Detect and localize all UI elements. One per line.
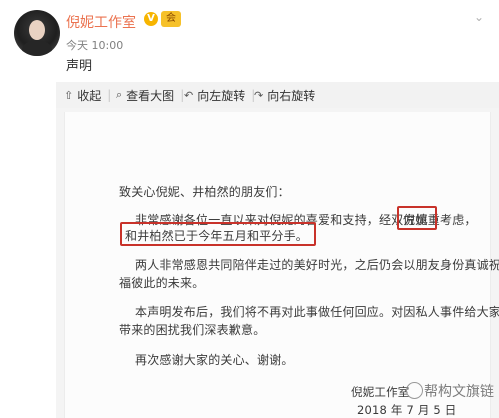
view-large-button[interactable]: ⌕ 查看大图 | bbox=[116, 86, 184, 104]
highlight-box bbox=[397, 206, 437, 230]
statement-line: 本声明发布后，我们将不再对此事做任何回应。对因私人事件给大家 bbox=[135, 305, 499, 319]
statement-line: 两人非常感恩共同陪伴走过的美好时光，之后仍会以朋友身份真诚祝 bbox=[135, 258, 499, 272]
statement-line: 再次感谢大家的关心、谢谢。 bbox=[135, 353, 294, 367]
avatar-face bbox=[29, 20, 45, 40]
collapse-button[interactable]: ⇧ 收起 | bbox=[64, 86, 111, 104]
collapse-icon: ⇧ bbox=[64, 88, 74, 102]
collapse-label: 收起 bbox=[77, 88, 102, 103]
watermark: 帮构文旗链 bbox=[424, 384, 494, 400]
rotate-left-button[interactable]: ↶ 向左旋转 | bbox=[184, 86, 255, 104]
rotate-left-icon: ↶ bbox=[184, 88, 194, 102]
rotate-right-label: 向右旋转 bbox=[267, 88, 316, 103]
statement-signature: 倪妮工作室 bbox=[351, 385, 410, 399]
statement-date: 2018 年 7 月 5 日 bbox=[357, 403, 457, 417]
verified-icon: V bbox=[144, 12, 158, 26]
watermark-icon bbox=[406, 382, 423, 399]
avatar-shirt bbox=[22, 40, 52, 56]
highlight-box bbox=[120, 222, 316, 246]
post-text: 声明 bbox=[66, 59, 93, 74]
view-large-label: 查看大图 bbox=[126, 88, 175, 103]
statement-document: 致关心倪妮、井柏然的朋友们： 非常感谢各位一直以来对倪妮的喜爱和支持，经双方慎重… bbox=[64, 112, 499, 418]
avatar[interactable] bbox=[14, 10, 60, 56]
rotate-left-label: 向左旋转 bbox=[197, 88, 246, 103]
author-name[interactable]: 倪妮工作室 bbox=[66, 12, 136, 32]
chevron-down-icon[interactable]: ⌄ bbox=[472, 10, 486, 24]
rotate-right-icon: ↷ bbox=[254, 88, 264, 102]
statement-line: 福彼此的未来。 bbox=[119, 276, 205, 290]
rotate-right-button[interactable]: ↷ 向右旋转 bbox=[254, 86, 315, 104]
post-timestamp[interactable]: 今天 10:00 bbox=[66, 37, 123, 53]
statement-line: 带来的困扰我们深表歉意。 bbox=[119, 323, 266, 337]
toolbar-divider: | bbox=[107, 88, 112, 102]
magnify-icon: ⌕ bbox=[116, 88, 123, 101]
statement-greeting: 致关心倪妮、井柏然的朋友们： bbox=[119, 185, 290, 199]
vip-badge-icon[interactable]: 会 bbox=[161, 11, 181, 27]
